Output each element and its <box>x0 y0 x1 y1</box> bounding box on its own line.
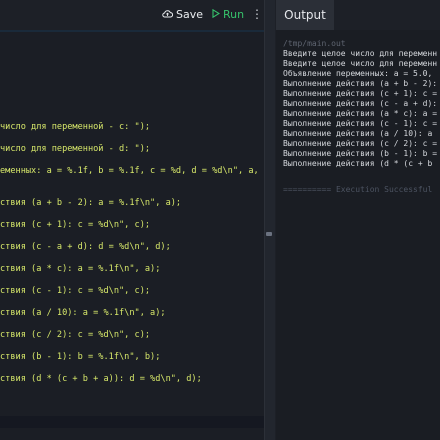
output-line: Выполнение действия (c + 1): c = <box>283 89 438 98</box>
code-line: ствия (c - a + d): d = %d\n", d); <box>0 242 171 252</box>
active-line-highlight <box>0 416 264 428</box>
code-line: ствия (d * (c + b + a)): d = %d\n", d); <box>0 374 202 384</box>
code-line: число для переменной - c: "); <box>0 122 151 132</box>
more-options-icon[interactable]: ⋮ <box>251 7 263 21</box>
save-button[interactable]: Save <box>162 8 203 21</box>
output-line: Выполнение действия (b - 1): b = <box>283 149 438 158</box>
pane-splitter[interactable] <box>264 0 275 440</box>
code-line: число для переменной - d: "); <box>0 144 151 154</box>
toolbar-divider <box>0 30 264 32</box>
play-icon <box>212 8 221 21</box>
code-line: ствия (c / 2): c = %d\n", c); <box>0 330 151 340</box>
output-line: Выполнение действия (c / 2): c = <box>283 139 438 148</box>
output-line: Введите целое число для переменн <box>283 49 438 58</box>
execution-status: ========== Execution Successful <box>283 185 433 194</box>
code-line: ствия (b - 1): b = %.1f\n", b); <box>0 352 161 362</box>
run-button[interactable]: Run <box>212 8 244 21</box>
output-line: Выполнение действия (d * (c + b <box>283 159 433 168</box>
code-line: ствия (c + 1): c = %d\n", c); <box>0 220 151 230</box>
output-path: /tmp/main.out <box>283 39 346 48</box>
run-label: Run <box>223 8 245 21</box>
code-line: еменных: a = %.1f, b = %.1f, c = %d, d =… <box>0 166 259 176</box>
output-line: Выполнение действия (a + b - 2): <box>283 79 438 88</box>
splitter-handle[interactable] <box>266 232 272 236</box>
tab-output[interactable]: Output <box>276 0 334 30</box>
output-line: Выполнение действия (a * c): a = <box>283 109 438 118</box>
output-topbar <box>334 0 440 30</box>
output-line: Объявление переменных: a = 5.0, <box>283 69 433 78</box>
output-line: Введите целое число для переменн <box>283 59 438 68</box>
code-line: ствия (c - 1): c = %d\n", c); <box>0 286 151 296</box>
output-line: Выполнение действия (c - 1): c = <box>283 119 438 128</box>
code-line: ствия (a * c): a = %.1f\n", a); <box>0 264 161 274</box>
save-label: Save <box>176 8 204 21</box>
output-line: Выполнение действия (c - a + d): <box>283 99 438 108</box>
code-line: ствия (a / 10): a = %.1f\n", a); <box>0 308 166 318</box>
cloud-upload-icon <box>162 8 174 21</box>
output-line: Выполнение действия (a / 10): a <box>283 129 433 138</box>
code-line: ствия (a + b - 2): a = %.1f\n", a); <box>0 198 182 208</box>
